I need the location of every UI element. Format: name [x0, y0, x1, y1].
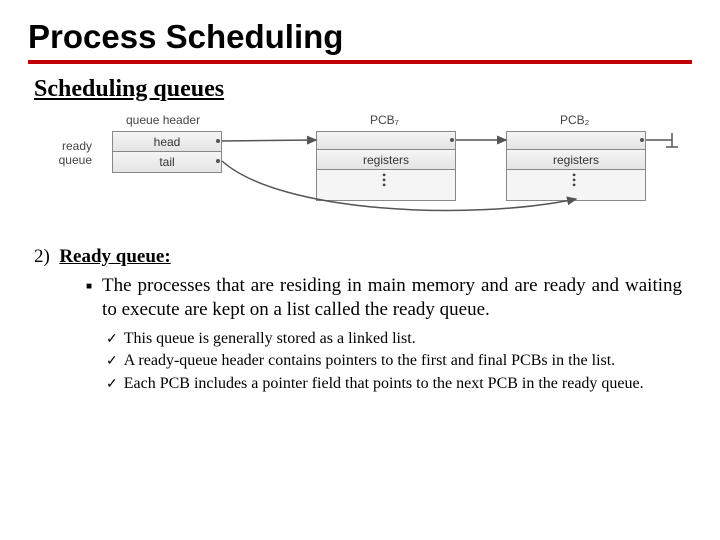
pcb7-ellipsis: ••• — [382, 173, 386, 188]
queue-header-box: head tail — [112, 131, 222, 173]
ready-queue-heading: Ready queue: — [59, 246, 170, 267]
tail-cell: tail — [113, 152, 221, 172]
check-item: ✓ A ready-queue header contains pointers… — [106, 351, 678, 371]
pcb2-ellipsis: ••• — [572, 173, 576, 188]
ready-queue-label-line2: queue — [52, 153, 92, 167]
pcb7-box: registers — [316, 131, 456, 201]
check-icon: ✓ — [106, 376, 118, 394]
pcb7-pointer-cell — [317, 132, 455, 150]
check-icon: ✓ — [106, 331, 118, 349]
queue-header-label: queue header — [126, 113, 200, 127]
check-list: ✓ This queue is generally stored as a li… — [106, 329, 678, 394]
pcb2-registers-cell: registers — [507, 150, 645, 170]
list-item-2: 2) Ready queue: — [34, 246, 692, 268]
bullet-block: ■ The processes that are residing in mai… — [86, 274, 682, 323]
ready-queue-diagram: queue header ready queue PCB₇ PCB₂ head … — [40, 113, 680, 228]
check-text: Each PCB includes a pointer field that p… — [124, 374, 644, 394]
check-text: This queue is generally stored as a link… — [124, 329, 416, 349]
square-bullet-icon: ■ — [86, 281, 92, 294]
pcb7-registers-cell: registers — [317, 150, 455, 170]
bullet-text: The processes that are residing in main … — [102, 274, 682, 323]
check-icon: ✓ — [106, 353, 118, 371]
section-subtitle: Scheduling queues — [34, 76, 692, 103]
page-title: Process Scheduling — [28, 18, 692, 64]
check-text: A ready-queue header contains pointers t… — [124, 351, 615, 371]
pcb2-label: PCB₂ — [560, 113, 589, 127]
pcb7-label: PCB₇ — [370, 113, 399, 127]
check-item: ✓ Each PCB includes a pointer field that… — [106, 374, 678, 394]
ready-queue-label-line1: ready — [52, 139, 92, 153]
pcb2-pointer-cell — [507, 132, 645, 150]
pcb2-box: registers — [506, 131, 646, 201]
check-item: ✓ This queue is generally stored as a li… — [106, 329, 678, 349]
head-cell: head — [113, 132, 221, 152]
list-number: 2) — [34, 246, 50, 267]
bullet-item: ■ The processes that are residing in mai… — [86, 274, 682, 323]
